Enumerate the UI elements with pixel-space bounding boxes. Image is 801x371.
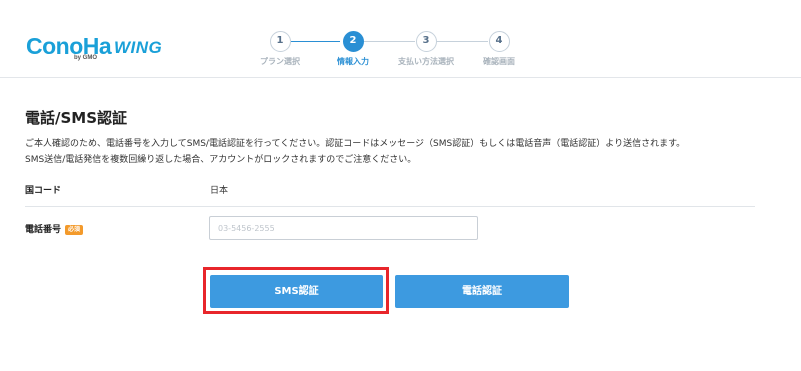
phone-number-input[interactable]: [209, 216, 478, 240]
site-header: ConoHa by GMO WING 1 プラン選択 2 情報入力 3 支払い方…: [0, 0, 801, 78]
step-number: 4: [488, 31, 510, 52]
description-line: SMS送信/電話発信を複数回繰り返した場合、アカウントがロックされますのでご注意…: [25, 155, 417, 165]
phone-auth-button[interactable]: 電話認証: [395, 275, 569, 308]
logo-gmo-text: by GMO: [74, 55, 98, 61]
step-confirm: 4 確認画面: [454, 31, 544, 67]
step-number: 2: [342, 31, 364, 52]
step-number: 1: [269, 31, 291, 52]
divider: [25, 206, 755, 207]
description-line: ご本人確認のため、電話番号を入力してSMS/電話認証を行ってください。認証コード…: [25, 139, 686, 149]
page-description: ご本人確認のため、電話番号を入力してSMS/電話認証を行ってください。認証コード…: [25, 136, 685, 168]
logo-wing-text: WING: [114, 38, 163, 57]
required-badge: 必須: [65, 225, 84, 235]
country-code-value: 日本: [210, 186, 229, 196]
country-code-label: 国コード: [25, 186, 62, 196]
page-title: 電話/SMS認証: [25, 109, 128, 127]
step-number: 3: [415, 31, 437, 52]
logo-main-text: ConoHa: [26, 33, 112, 59]
phone-number-label: 電話番号 必須: [25, 222, 84, 235]
sms-auth-button[interactable]: SMS認証: [210, 275, 383, 308]
step-label: 確認画面: [483, 57, 515, 66]
phone-label-text: 電話番号: [25, 225, 62, 235]
